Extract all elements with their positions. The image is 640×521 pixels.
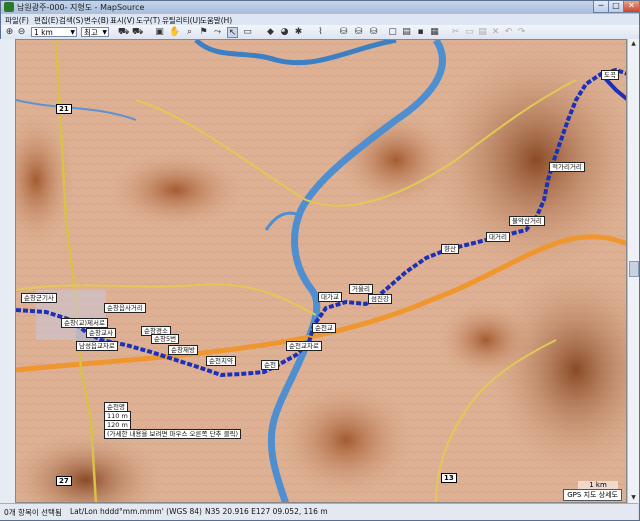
select-icon[interactable]: ↖ (227, 27, 238, 38)
waypoint-icon[interactable]: ⚑ (198, 27, 209, 38)
waypoint-label[interactable]: 순창읍사거리 (104, 303, 146, 313)
vertical-scrollbar[interactable]: ▲ ▼ (627, 39, 639, 503)
new-icon[interactable]: ▢ (387, 27, 398, 38)
waypoint-label[interactable]: 대가교 (318, 292, 342, 302)
waypoint-label[interactable]: 순창제방 (168, 345, 198, 355)
color-icon[interactable]: ◆ (265, 27, 276, 38)
scroll-down-icon[interactable]: ▼ (628, 493, 639, 503)
mountain-shade (336, 110, 456, 210)
close-button[interactable]: ✕ (623, 1, 640, 13)
waypoint-label[interactable]: 섬진강 (368, 294, 392, 304)
waypoint-label[interactable]: 순천 (261, 360, 279, 370)
waypoint-label[interactable]: 순창5번 (151, 334, 180, 344)
status-bar: 0개 항목이 선택됨 Lat/Lon hddd°mm.mmm' (WGS 84)… (0, 503, 638, 520)
waypoint-label[interactable]: 거울리 (349, 284, 373, 294)
save-icon[interactable]: ▪ (415, 27, 426, 38)
waypoint-label[interactable]: 불악산거리 (509, 216, 545, 226)
waypoint-label[interactable]: 순천치약 (206, 356, 236, 366)
route-shield-13: 13 (441, 473, 457, 483)
maximize-button[interactable]: □ (608, 1, 624, 13)
distance-icon[interactable]: ▭ (242, 27, 253, 38)
pan-icon[interactable]: ✋ (169, 27, 180, 38)
route-icon[interactable]: ⤳ (212, 27, 223, 38)
redo-icon[interactable]: ↷ (516, 27, 527, 38)
mountain-shade (106, 150, 246, 230)
waypoint-label[interactable]: 순천교차로 (286, 341, 322, 351)
mountain-shade (276, 380, 416, 500)
waypoint-label[interactable]: 순창군기사 (21, 293, 57, 303)
waypoint-label[interactable]: 순창(교)제서로 (61, 318, 108, 328)
detail-select[interactable]: 최고 ▼ (81, 27, 109, 37)
zoom-in-icon[interactable]: ⊕ (4, 27, 15, 38)
zoom-out-icon[interactable]: ⊖ (16, 27, 27, 38)
title-bar: 남원광주-000- 지형도 - MapSource ─ □ ✕ (1, 1, 640, 14)
map-select-icon[interactable]: ▣ (154, 27, 165, 38)
chevron-down-icon: ▼ (102, 29, 107, 36)
open-icon[interactable]: ▤ (401, 27, 412, 38)
delete-icon[interactable]: ✕ (490, 27, 501, 38)
chevron-down-icon: ▼ (70, 29, 75, 36)
info-tooltip: (가세한 내용을 보려면 마우스 오른쪽 단추 클릭) (104, 429, 242, 439)
undo-icon[interactable]: ↶ (503, 27, 514, 38)
find-icon[interactable]: ⛁ (338, 27, 349, 38)
left-edge-strip (0, 39, 16, 503)
detail-value: 최고 (84, 28, 98, 37)
gps-detail-label: GPS 지도 상세도 (563, 489, 622, 501)
map-view[interactable]: 21 13 27 도곡 적가리거리 불악산거리 대거리 향산 거울리 대가교 섬… (15, 39, 627, 503)
minimize-button[interactable]: ─ (593, 1, 609, 13)
waypoint-label[interactable]: 적가리거리 (549, 162, 585, 172)
product-icon[interactable]: ⛟ (132, 27, 143, 38)
selection-status: 0개 항목이 선택됨 (4, 508, 62, 517)
chart-icon[interactable]: ⌇ (315, 27, 326, 38)
print-icon[interactable]: ▦ (429, 27, 440, 38)
copy-icon[interactable]: ▭ (464, 27, 475, 38)
waypoint-label[interactable]: 순천교 (312, 323, 336, 333)
route-shield-27: 27 (56, 476, 72, 486)
coord-format: Lat/Lon hddd°mm.mmm' (WGS 84) (70, 507, 202, 516)
waypoint-label[interactable]: 향산 (441, 244, 459, 254)
window-title: 남원광주-000- 지형도 - MapSource (17, 3, 145, 12)
zoom-tool-icon[interactable]: ⌕ (184, 27, 195, 38)
send-icon[interactable]: ⛁ (353, 27, 364, 38)
scroll-thumb[interactable] (629, 261, 639, 277)
recalc-icon[interactable]: ✱ (293, 27, 304, 38)
cursor-coords: N35 20.916 E127 09.052, 116 m (205, 507, 328, 516)
zoom-level-value: 1 km (34, 28, 53, 37)
waypoint-label[interactable]: 대거리 (486, 232, 510, 242)
waypoint-label[interactable]: 도곡 (601, 70, 619, 80)
cut-icon[interactable]: ✂ (450, 27, 461, 38)
receive-icon[interactable]: ⛁ (368, 27, 379, 38)
waypoint-label[interactable]: 남성읍교차로 (76, 341, 118, 351)
route-shield-21: 21 (56, 104, 72, 114)
mountain-shade (436, 300, 536, 380)
menu-bar: 파일(F) 편집(E) 검색(S) 변수(B) 표시(V) 도구(T) 유틸리티… (1, 14, 639, 25)
scroll-up-icon[interactable]: ▲ (628, 39, 639, 49)
zoom-level-select[interactable]: 1 km ▼ (31, 27, 77, 37)
track-icon[interactable]: ◕ (279, 27, 290, 38)
paste-icon[interactable]: ▤ (477, 27, 488, 38)
waypoint-label[interactable]: 순창교사 (86, 328, 116, 338)
mapsource-icon (4, 2, 14, 12)
gps-icon[interactable]: ⛟ (118, 27, 129, 38)
